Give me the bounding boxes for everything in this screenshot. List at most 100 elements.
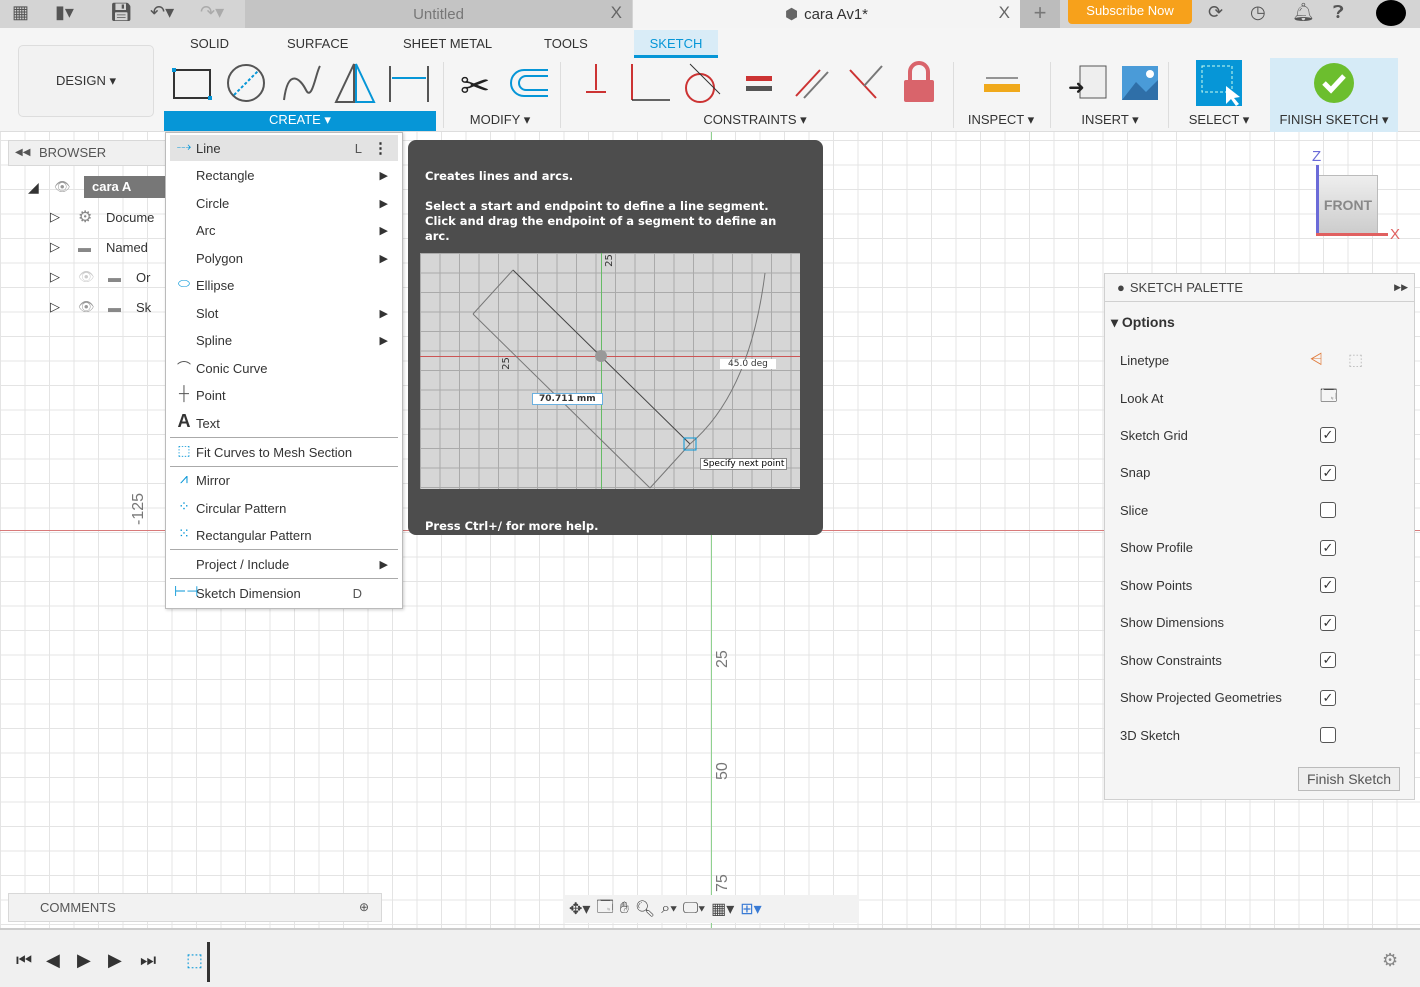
menu-item-text[interactable]: A Text — [170, 410, 398, 436]
browser-item-sketches[interactable]: ▷ 👁︎ ▬ Sk — [50, 294, 166, 320]
tangent-constraint-icon[interactable] — [685, 63, 721, 103]
eye-hidden-icon[interactable]: 👁︎ — [78, 269, 108, 285]
expand-triangle-icon[interactable]: ▷ — [50, 299, 78, 315]
display-settings-icon[interactable]: 🖵▾ — [683, 900, 705, 918]
option-checkbox[interactable]: ✓ — [1320, 427, 1336, 443]
options-section-header[interactable]: ▾ Options — [1111, 314, 1175, 331]
option-checkbox[interactable]: ✓ — [1320, 539, 1336, 556]
modify-group-button[interactable]: MODIFY ▾ — [450, 111, 550, 131]
option-checkbox[interactable]: ✓ — [1320, 614, 1336, 631]
comments-panel[interactable]: COMMENTS ⊕ — [8, 893, 382, 922]
viewcube-face[interactable]: FRONT — [1324, 197, 1372, 213]
spline-tool-icon[interactable] — [283, 65, 321, 101]
subscribe-button[interactable]: Subscribe Now — [1068, 0, 1192, 24]
parallel-constraint-icon[interactable] — [795, 69, 829, 99]
browser-item-named-views[interactable]: ▷ ▬ Named — [50, 234, 166, 260]
browser-item-document-settings[interactable]: ▷ ⚙ Docume — [50, 204, 166, 230]
expand-triangle-icon[interactable]: ▷ — [50, 209, 78, 225]
viewcube[interactable]: FRONT — [1318, 175, 1378, 235]
tab-solid[interactable]: SOLID — [190, 35, 229, 59]
play-icon[interactable]: ▶ — [77, 950, 91, 971]
constraints-group-button[interactable]: CONSTRAINTS ▾ — [680, 111, 830, 131]
offset-tool-icon[interactable] — [510, 69, 548, 97]
trim-scissors-icon[interactable]: ✂ — [460, 65, 490, 106]
collapse-icon[interactable]: ◀◀ — [15, 141, 30, 165]
expand-triangle-icon[interactable]: ▷ — [50, 269, 78, 285]
timeline-marker[interactable] — [207, 942, 210, 982]
notifications-bell-icon[interactable]: 🔔︎ — [1292, 2, 1315, 23]
eye-icon[interactable]: 👁︎ — [54, 179, 84, 195]
finish-sketch-check-icon[interactable] — [1314, 63, 1354, 103]
redo-icon[interactable]: ↷▾ — [200, 2, 224, 23]
option-checkbox[interactable] — [1320, 727, 1336, 743]
browser-panel-header[interactable]: ◀◀ BROWSER — [8, 140, 166, 166]
menu-item-circular-pattern[interactable]: ⁘ Circular Pattern — [170, 495, 398, 521]
apps-grid-icon[interactable]: ▦ — [12, 2, 29, 23]
look-at-icon[interactable]: 🗔︎ — [596, 896, 613, 923]
add-comment-icon[interactable]: ⊕ — [359, 894, 369, 921]
step-back-icon[interactable]: ◀ — [46, 950, 60, 971]
menu-item-circle[interactable]: Circle ▶ — [170, 190, 398, 216]
circle-tool-icon[interactable] — [227, 64, 265, 102]
perpendicular-constraint-icon[interactable] — [849, 65, 883, 99]
finish-sketch-group-button[interactable]: FINISH SKETCH ▾ — [1270, 111, 1398, 131]
look-at-icon[interactable]: 🗔︎ — [1320, 385, 1337, 412]
go-to-end-icon[interactable]: ⏭ — [140, 950, 156, 971]
centerline-linetype-icon[interactable]: ⬚ — [1348, 350, 1363, 370]
menu-item-conic-curve[interactable]: ⌒ Conic Curve — [170, 355, 398, 381]
option-checkbox[interactable] — [1320, 502, 1336, 518]
save-icon[interactable]: 💾︎ — [110, 2, 133, 23]
coincident-constraint-icon[interactable] — [631, 64, 670, 101]
fix-constraint-icon[interactable] — [586, 64, 606, 93]
tab-cara-av1[interactable]: ⬢ cara Av1* X — [633, 0, 1020, 28]
menu-item-polygon[interactable]: Polygon ▶ — [170, 245, 398, 271]
dimension-tool-icon[interactable] — [389, 66, 429, 102]
go-to-start-icon[interactable]: ⏮ — [16, 950, 32, 971]
window-select-icon[interactable] — [1196, 60, 1242, 106]
option-checkbox[interactable]: ✓ — [1320, 689, 1336, 706]
new-tab-button[interactable]: + — [1020, 0, 1060, 28]
equal-constraint-icon[interactable] — [746, 76, 772, 91]
tab-surface[interactable]: SURFACE — [287, 35, 348, 59]
menu-item-line[interactable]: ⤏ Line L ⋮ — [170, 135, 398, 161]
orbit-icon[interactable]: ✥▾ — [569, 899, 590, 919]
file-icon[interactable]: ▮▾ — [55, 2, 74, 23]
grid-settings-icon[interactable]: ▦▾ — [711, 899, 734, 919]
option-checkbox[interactable]: ✓ — [1320, 652, 1336, 668]
avatar[interactable] — [1376, 0, 1406, 26]
menu-item-spline[interactable]: Spline ▶ — [170, 327, 398, 353]
insert-image-icon[interactable] — [1122, 66, 1158, 100]
create-group-button[interactable]: CREATE ▾ — [164, 111, 436, 131]
sketch-palette-header[interactable]: ● SKETCH PALETTE ▶▶ — [1105, 274, 1414, 302]
menu-item-mirror[interactable]: ⩘ Mirror — [170, 467, 398, 493]
measure-icon[interactable] — [984, 77, 1020, 92]
construction-linetype-icon[interactable]: ⩤ — [1310, 351, 1323, 369]
tab-tools[interactable]: TOOLS — [544, 35, 588, 59]
expand-triangle-icon[interactable]: ▷ — [50, 239, 78, 255]
option-checkbox[interactable]: ✓ — [1320, 577, 1336, 593]
option-checkbox[interactable]: ✓ — [1320, 464, 1336, 481]
workspace-switcher[interactable]: DESIGN ▾ — [18, 45, 154, 117]
close-icon[interactable]: X — [999, 3, 1010, 23]
tab-sketch[interactable]: SKETCH — [634, 30, 718, 58]
pan-hand-icon[interactable]: ✋︎ — [620, 900, 629, 918]
insert-derive-icon[interactable]: ➜ — [1068, 65, 1107, 99]
menu-item-sketch-dimension[interactable]: ⊢⊣ Sketch Dimension D — [170, 580, 398, 606]
close-icon[interactable]: X — [611, 3, 622, 23]
finish-sketch-button[interactable]: Finish Sketch — [1298, 767, 1400, 791]
expand-icon[interactable]: ▶▶ — [1394, 282, 1408, 293]
more-options-icon[interactable]: ⋮ — [373, 139, 388, 157]
settings-gear-icon[interactable]: ⚙ — [1382, 950, 1398, 971]
menu-item-point[interactable]: ┼ Point — [170, 382, 398, 408]
tab-untitled[interactable]: Untitled X — [245, 0, 632, 28]
menu-item-arc[interactable]: Arc ▶ — [170, 217, 398, 243]
browser-item-origin[interactable]: ▷ 👁︎ ▬ Or — [50, 264, 166, 290]
insert-group-button[interactable]: INSERT ▾ — [1062, 111, 1158, 131]
undo-icon[interactable]: ↶▾ — [150, 2, 174, 23]
extensions-icon[interactable]: ⟳ — [1208, 2, 1223, 23]
viewports-icon[interactable]: ⊞▾ — [740, 899, 761, 919]
help-icon[interactable]: ❓︎ — [1333, 2, 1344, 23]
menu-item-ellipse[interactable]: ⬭ Ellipse — [170, 272, 398, 298]
menu-item-rectangle[interactable]: Rectangle ▶ — [170, 162, 398, 188]
step-forward-icon[interactable]: ▶ — [108, 950, 122, 971]
